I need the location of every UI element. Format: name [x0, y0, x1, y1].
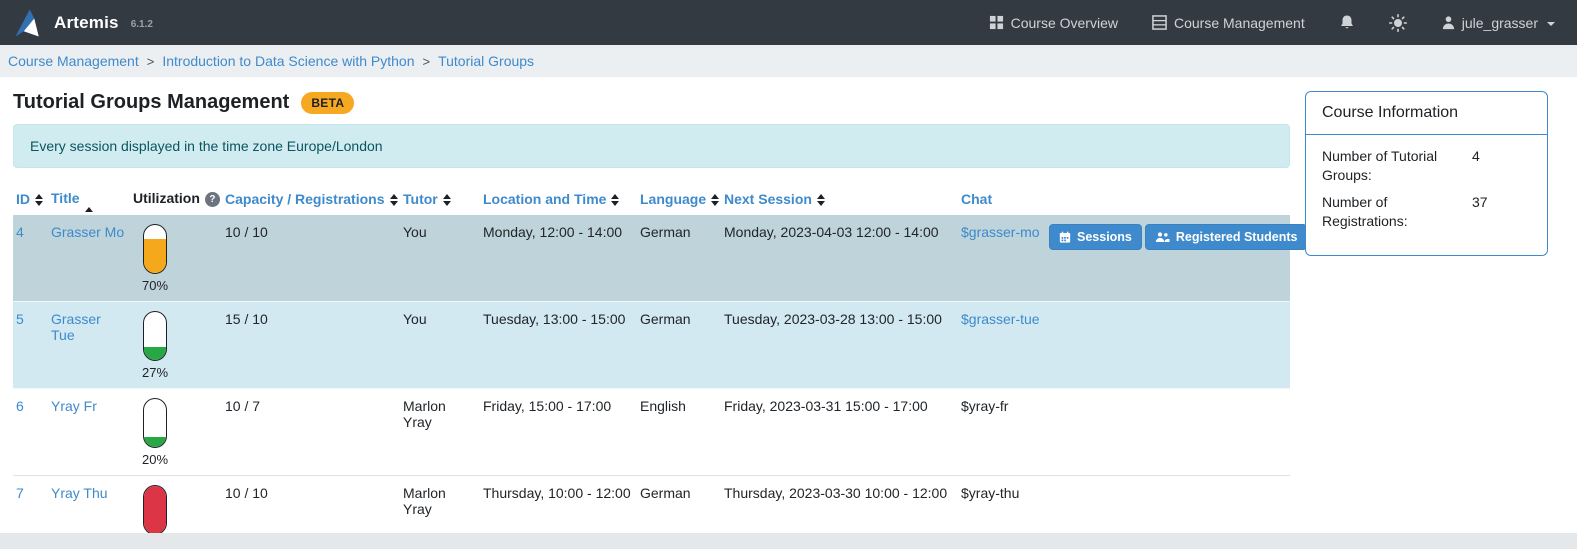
- person-icon: [1441, 15, 1456, 30]
- sort-icon[interactable]: [390, 194, 398, 206]
- brand-version: 6.1.2: [131, 15, 153, 30]
- row-id-link[interactable]: 6: [16, 398, 24, 414]
- breadcrumb: Course Management > Introduction to Data…: [0, 45, 1577, 77]
- grid-icon: [989, 15, 1004, 30]
- table-row: 6 Yray Fr 20% 10 / 7 Marlon Yray Friday,…: [13, 389, 1290, 476]
- info-label: Number of Tutorial Groups:: [1322, 147, 1472, 185]
- sort-icon[interactable]: [611, 194, 619, 206]
- breadcrumb-separator: >: [423, 54, 431, 69]
- users-icon: [1155, 231, 1170, 243]
- utilization-label: 70%: [142, 278, 168, 293]
- header-tutor[interactable]: Tutor: [400, 184, 480, 215]
- bell-icon: [1339, 14, 1355, 31]
- sort-icon[interactable]: [443, 194, 451, 206]
- row-id-link[interactable]: 5: [16, 311, 24, 327]
- sort-icon[interactable]: [817, 194, 825, 206]
- nav-course-management[interactable]: Course Management: [1152, 15, 1305, 31]
- help-icon[interactable]: [205, 192, 220, 207]
- course-information-card: Course Information Number of Tutorial Gr…: [1305, 91, 1548, 256]
- tutor-cell: Marlon Yray: [400, 389, 480, 476]
- sort-ascending-icon[interactable]: [85, 191, 93, 207]
- course-information-title: Course Information: [1306, 92, 1547, 135]
- notifications-button[interactable]: [1339, 14, 1355, 31]
- header-utilization: Utilization: [130, 184, 222, 215]
- capacity-cell: 10 / 7: [222, 389, 400, 476]
- capacity-cell: 15 / 10: [222, 302, 400, 389]
- row-id-link[interactable]: 4: [16, 224, 24, 240]
- table-header-row: ID Title Utilization Capacity / Registra…: [13, 184, 1290, 215]
- nav-course-overview-label: Course Overview: [1011, 15, 1118, 31]
- header-next-session[interactable]: Next Session: [721, 184, 958, 215]
- table-row: 5 Grasser Tue 27% 15 / 10 You Tuesday, 1…: [13, 302, 1290, 389]
- top-navbar: Artemis 6.1.2 Course Overview Course Man…: [0, 0, 1577, 45]
- header-chat: Chat: [958, 184, 1046, 215]
- location-cell: Friday, 15:00 - 17:00: [480, 389, 637, 476]
- utilization-gauge: 70%: [133, 224, 177, 293]
- timezone-alert: Every session displayed in the time zone…: [13, 124, 1290, 168]
- tutorial-groups-table: ID Title Utilization Capacity / Registra…: [13, 184, 1290, 549]
- language-cell: German: [637, 215, 721, 302]
- sort-icon[interactable]: [711, 194, 719, 206]
- row-title-link[interactable]: Yray Thu: [51, 485, 108, 501]
- list-icon: [1152, 15, 1167, 30]
- tutor-cell: You: [400, 302, 480, 389]
- user-menu[interactable]: jule_grasser: [1441, 15, 1555, 31]
- chat-link[interactable]: $grasser-mo: [961, 224, 1040, 240]
- tutor-cell: You: [400, 215, 480, 302]
- utilization-label: 20%: [142, 452, 168, 467]
- breadcrumb-separator: >: [147, 54, 155, 69]
- location-cell: Monday, 12:00 - 14:00: [480, 215, 637, 302]
- sessions-button[interactable]: Sessions: [1049, 224, 1142, 250]
- theme-toggle-button[interactable]: [1389, 14, 1407, 32]
- next-session-cell: Tuesday, 2023-03-28 13:00 - 15:00: [721, 302, 958, 389]
- row-id-link[interactable]: 7: [16, 485, 24, 501]
- username-label: jule_grasser: [1462, 15, 1538, 31]
- info-value: 37: [1472, 193, 1488, 231]
- info-label: Number of Registrations:: [1322, 193, 1472, 231]
- sort-icon[interactable]: [35, 194, 43, 206]
- capacity-cell: 10 / 10: [222, 215, 400, 302]
- next-session-cell: Monday, 2023-04-03 12:00 - 14:00: [721, 215, 958, 302]
- breadcrumb-tutorial-groups[interactable]: Tutorial Groups: [438, 53, 534, 69]
- chat-link[interactable]: $grasser-tue: [961, 311, 1040, 327]
- info-row-registrations: Number of Registrations: 37: [1322, 193, 1531, 231]
- chat-text: $yray-fr: [958, 389, 1046, 476]
- location-cell: Tuesday, 13:00 - 15:00: [480, 302, 637, 389]
- breadcrumb-course-name[interactable]: Introduction to Data Science with Python: [162, 53, 414, 69]
- info-row-tutorial-groups: Number of Tutorial Groups: 4: [1322, 147, 1531, 185]
- utilization-label: 27%: [142, 365, 168, 380]
- header-language[interactable]: Language: [637, 184, 721, 215]
- brand-name: Artemis: [54, 13, 119, 33]
- header-id[interactable]: ID: [13, 184, 48, 215]
- next-session-cell: Friday, 2023-03-31 15:00 - 17:00: [721, 389, 958, 476]
- header-location[interactable]: Location and Time: [480, 184, 637, 215]
- header-actions: [1046, 184, 1290, 215]
- nav-course-overview[interactable]: Course Overview: [989, 15, 1118, 31]
- header-capacity[interactable]: Capacity / Registrations: [222, 184, 400, 215]
- beta-badge: BETA: [301, 92, 354, 114]
- row-title-link[interactable]: Grasser Mo: [51, 224, 124, 240]
- language-cell: German: [637, 302, 721, 389]
- nav-course-management-label: Course Management: [1174, 15, 1305, 31]
- info-value: 4: [1472, 147, 1480, 185]
- utilization-gauge: 27%: [133, 311, 177, 380]
- page-title: Tutorial Groups Management: [13, 91, 289, 114]
- registered-students-button[interactable]: Registered Students: [1145, 224, 1308, 250]
- row-title-link[interactable]: Yray Fr: [51, 398, 97, 414]
- brand[interactable]: Artemis 6.1.2: [14, 8, 153, 38]
- artemis-logo-icon: [14, 8, 44, 38]
- calendar-icon: [1059, 231, 1071, 243]
- sun-icon: [1389, 14, 1407, 32]
- footer-bar: [0, 533, 1577, 549]
- breadcrumb-course-management[interactable]: Course Management: [8, 53, 139, 69]
- header-title[interactable]: Title: [48, 184, 130, 215]
- row-title-link[interactable]: Grasser Tue: [51, 311, 101, 343]
- language-cell: English: [637, 389, 721, 476]
- chevron-down-icon: [1547, 22, 1555, 26]
- utilization-gauge: 20%: [133, 398, 177, 467]
- table-row: 4 Grasser Mo 70% 10 / 10 You Monday, 12:…: [13, 215, 1290, 302]
